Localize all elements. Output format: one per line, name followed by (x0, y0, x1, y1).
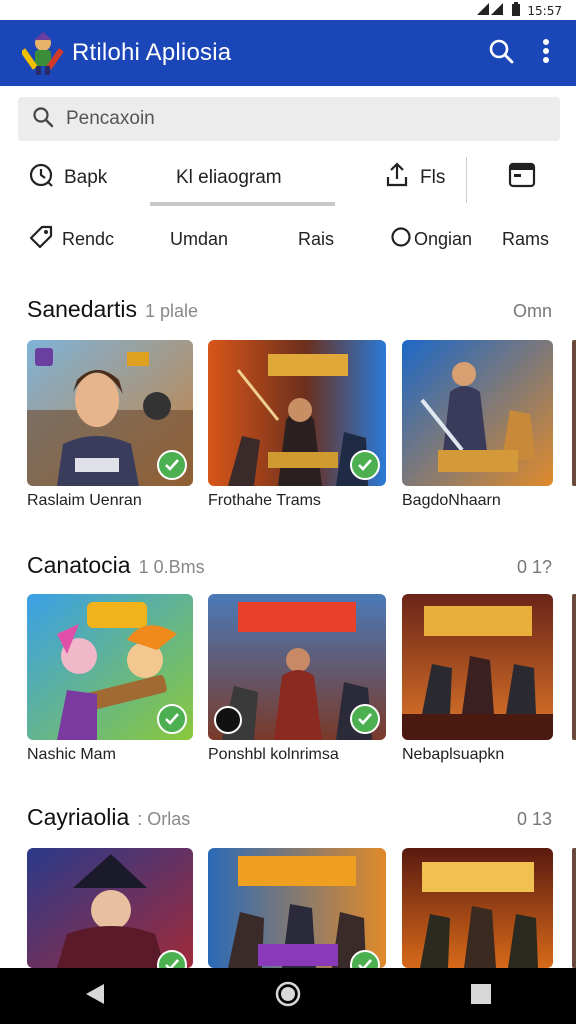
next-card-peek (572, 340, 576, 486)
back-triangle-icon (84, 982, 106, 1011)
search-icon (488, 38, 514, 69)
next-card-peek (572, 848, 576, 968)
system-nav-bar (0, 968, 576, 1024)
section-subtitle: 1 0.Bms (138, 557, 205, 577)
game-thumbnail (27, 594, 193, 740)
checkmark-icon (357, 458, 373, 472)
status-time: 15:57 (527, 3, 562, 18)
tag-icon (28, 224, 54, 255)
status-indicators: 15:57 (477, 2, 562, 19)
tab-eliaogram[interactable]: Kl eliaogram (176, 150, 282, 206)
tab-label: Fls (420, 167, 446, 188)
game-title: Nebaplsuapkn (402, 746, 505, 763)
search-button[interactable] (488, 38, 514, 69)
game-card[interactable] (208, 848, 386, 968)
game-thumbnail (402, 848, 553, 968)
installed-badge (157, 704, 187, 734)
game-thumbnail (402, 340, 553, 486)
checkmark-icon (357, 712, 373, 726)
installed-badge (350, 450, 380, 480)
chip-rams[interactable]: Rams (502, 214, 549, 264)
checkmark-icon (357, 958, 373, 968)
home-circle-icon (274, 980, 302, 1013)
see-more-link[interactable]: 0 1? (517, 557, 552, 578)
chip-label: Umdan (170, 228, 229, 249)
chip-label: Ongian (414, 228, 473, 249)
next-card-peek (572, 594, 576, 740)
overflow-menu-button[interactable] (542, 38, 550, 69)
game-card[interactable]: Nebaplsuapkn (402, 594, 553, 764)
game-card[interactable] (27, 848, 193, 968)
tab-label: Kl eliaogram (176, 167, 282, 188)
chip-label: Rendc (62, 228, 115, 249)
tab-divider (466, 157, 467, 203)
tab-label: Bapk (64, 167, 108, 188)
game-card[interactable]: Ponshbl kolnrimsa (208, 594, 386, 764)
app-logo (20, 30, 64, 76)
checkmark-icon (164, 958, 180, 968)
section-subtitle: : Orlas (137, 809, 191, 829)
tab-fls[interactable]: Fls (384, 150, 445, 206)
status-bar: 15:57 (0, 0, 576, 20)
chip-umdan[interactable]: Umdan (170, 214, 228, 264)
more-vert-icon (542, 38, 550, 69)
installed-badge (350, 704, 380, 734)
game-card[interactable]: BagdoNhaarn (402, 340, 553, 510)
game-title: Ponshbl kolnrimsa (208, 746, 339, 763)
game-thumbnail (402, 594, 553, 740)
chip-rais[interactable]: Rais (298, 214, 334, 264)
chip-label: Rais (298, 228, 335, 249)
game-card[interactable]: Raslaim Uenran (27, 340, 193, 510)
recents-button[interactable] (470, 983, 492, 1010)
game-thumbnail (208, 340, 386, 486)
installed-badge (157, 450, 187, 480)
game-title: Raslaim Uenran (27, 492, 142, 509)
active-tab-indicator (150, 202, 335, 206)
back-button[interactable] (84, 982, 106, 1011)
section-header: Sanedartis 1 plale Omn (27, 296, 552, 326)
game-title: BagdoNhaarn (402, 492, 501, 509)
app-title: Rtilohi Apliosia (72, 39, 232, 66)
checkmark-icon (164, 712, 180, 726)
game-thumbnail (27, 848, 193, 968)
publisher-badge (214, 706, 242, 734)
game-thumbnail (208, 594, 386, 740)
section-header: Cayriaolia : Orlas 0 13 (27, 804, 552, 834)
section-header: Canatocia 1 0.Bms 0 1? (27, 552, 552, 582)
section-title: Canatocia (27, 552, 131, 578)
search-bar[interactable] (18, 97, 560, 141)
see-more-link[interactable]: Omn (513, 301, 552, 322)
game-card[interactable]: Frothahe Trams (208, 340, 386, 510)
search-input[interactable] (64, 107, 528, 131)
clock-icon (28, 162, 54, 194)
chip-label: Rams (502, 228, 550, 249)
filter-chips: Rendc Umdan Rais Ongian Rams (0, 214, 576, 264)
checkmark-icon (164, 458, 180, 472)
section-title: Cayriaolia (27, 804, 130, 830)
see-more-link[interactable]: 0 13 (517, 809, 552, 830)
circle-icon (390, 226, 412, 253)
home-button[interactable] (274, 980, 302, 1013)
app-bar: Rtilohi Apliosia (0, 20, 576, 86)
section-title: Sanedartis (27, 296, 137, 322)
game-title: Nashic Mam (27, 746, 116, 763)
tab-bar: Bapk Kl eliaogram Fls (0, 150, 576, 210)
calendar-icon (508, 161, 536, 195)
recents-square-icon (470, 983, 492, 1010)
game-thumbnail (27, 340, 193, 486)
search-icon (18, 106, 54, 133)
battery-icon (511, 2, 521, 19)
game-title: Frothahe Trams (208, 492, 321, 509)
signal-icon (477, 3, 505, 18)
tab-bapk[interactable]: Bapk (28, 150, 107, 206)
chip-ongian[interactable]: Ongian (390, 214, 472, 264)
game-thumbnail (208, 848, 386, 968)
tab-calendar[interactable] (508, 150, 536, 206)
upload-icon (384, 161, 410, 195)
section-subtitle: 1 plale (144, 301, 199, 321)
game-card[interactable]: Nashic Mam (27, 594, 193, 764)
chip-rendc[interactable]: Rendc (28, 214, 114, 264)
game-card[interactable] (402, 848, 553, 968)
